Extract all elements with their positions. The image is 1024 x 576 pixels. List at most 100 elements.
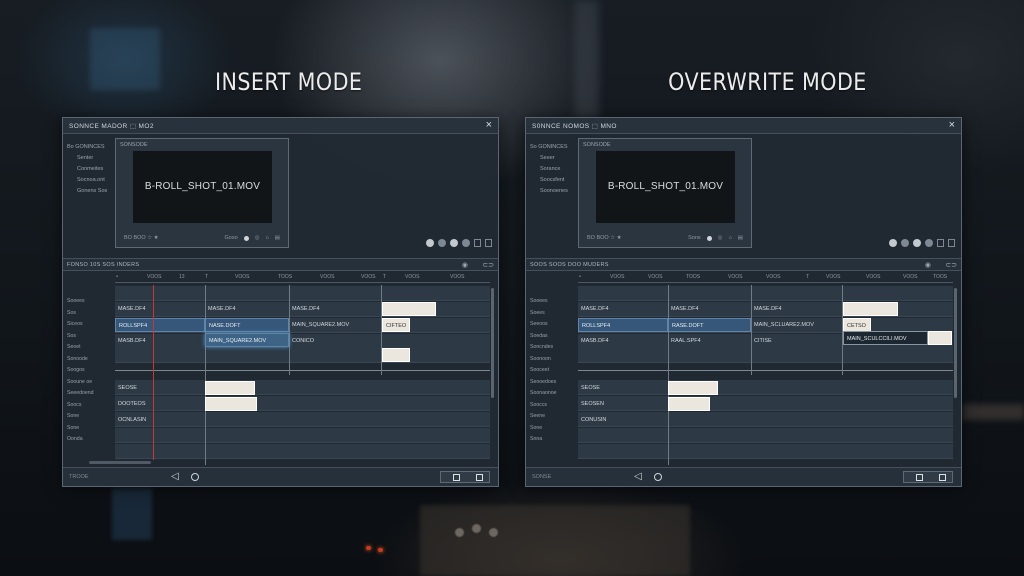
timeline-clip[interactable]: MASE.DF4 bbox=[578, 302, 668, 316]
track-label[interactable]: Sos bbox=[67, 331, 115, 343]
track-label[interactable]: Sooceet bbox=[530, 365, 578, 377]
list-icon[interactable] bbox=[485, 239, 492, 247]
monitor-controls-right[interactable]: Sons bbox=[688, 235, 701, 241]
monitor-controls-right[interactable]: Goso bbox=[225, 235, 238, 241]
track-label[interactable]: Soonoon bbox=[530, 354, 578, 366]
track-label[interactable]: Sone bbox=[530, 423, 578, 435]
source-item[interactable]: Gonens Sos bbox=[67, 186, 115, 197]
audio-clip[interactable]: CONUSIN bbox=[578, 413, 668, 427]
source-item[interactable]: Conmeites bbox=[67, 164, 115, 175]
single-view-icon[interactable] bbox=[916, 474, 923, 481]
stop-icon[interactable] bbox=[438, 239, 446, 247]
settings-icon[interactable]: ◉ bbox=[462, 261, 468, 269]
extract-icon[interactable]: ▤ bbox=[275, 235, 280, 241]
track-label[interactable]: Soedas bbox=[530, 331, 578, 343]
monitor-controls-left[interactable]: BO BOO ☆ ★ bbox=[124, 235, 159, 241]
timeline-clip[interactable]: MAIN_SQUARE2.MOV bbox=[289, 318, 381, 332]
monitor-screen[interactable]: B-ROLL_SHOT_01.MOV bbox=[133, 151, 272, 223]
grid-icon[interactable] bbox=[474, 239, 481, 247]
timeline-ruler[interactable]: ⚬ VOOS VOOS TOOS VOOS VOOS T VOOS VOOS V… bbox=[578, 273, 953, 283]
record-icon[interactable] bbox=[913, 239, 921, 247]
mark-in-icon[interactable]: ◎ bbox=[718, 235, 723, 241]
vertical-scrollbar[interactable] bbox=[954, 288, 957, 398]
record-icon[interactable] bbox=[450, 239, 458, 247]
source-item[interactable]: So GONINCES bbox=[530, 142, 578, 153]
track-label[interactable]: Sooees bbox=[67, 296, 115, 308]
dual-view-icon[interactable] bbox=[476, 474, 483, 481]
play-icon[interactable] bbox=[426, 239, 434, 247]
play-dot-icon[interactable] bbox=[243, 235, 249, 241]
monitor-controls-left[interactable]: BO BOO ☆ ★ bbox=[587, 235, 622, 241]
audio-clip[interactable] bbox=[205, 381, 255, 395]
track-label[interactable]: Seooedoes bbox=[530, 377, 578, 389]
timeline-clip[interactable]: MAIN_SCLUARE2.MOV bbox=[751, 318, 842, 332]
track-label[interactable]: Soogos bbox=[67, 365, 115, 377]
extract-icon[interactable]: ▤ bbox=[738, 235, 743, 241]
lift-icon[interactable]: ⌂ bbox=[728, 235, 731, 241]
playhead[interactable] bbox=[153, 285, 154, 460]
timeline-clip[interactable]: ROLLSPF4 bbox=[578, 318, 668, 332]
play-icon[interactable] bbox=[889, 239, 897, 247]
track-label[interactable]: Oonda bbox=[67, 434, 115, 446]
timeline-clip[interactable]: MASE.DF4 bbox=[289, 302, 381, 316]
timeline-clip[interactable]: RASE.DOFT bbox=[668, 318, 751, 332]
dual-view-icon[interactable] bbox=[939, 474, 946, 481]
source-item[interactable]: Bo GONINCES bbox=[67, 142, 115, 153]
audio-clip[interactable]: SEOSE bbox=[578, 381, 668, 395]
loop-icon[interactable] bbox=[462, 239, 470, 247]
audio-clip[interactable] bbox=[668, 381, 718, 395]
track-label[interactable]: Soees bbox=[530, 308, 578, 320]
timeline-clip[interactable]: MASE.DF4 bbox=[668, 302, 751, 316]
play-dot-icon[interactable] bbox=[706, 235, 712, 241]
source-item[interactable]: Sorance bbox=[530, 164, 578, 175]
single-view-icon[interactable] bbox=[453, 474, 460, 481]
track-label[interactable]: Sos bbox=[67, 308, 115, 320]
track-label[interactable]: Seeedoend bbox=[67, 388, 115, 400]
timeline-clip[interactable]: MASE.DF4 bbox=[751, 302, 842, 316]
overwritten-clip[interactable]: MAIN_SCULCCILI.MOV bbox=[843, 331, 928, 345]
audio-clip[interactable]: SEOSEN bbox=[578, 397, 668, 411]
timeline-clip[interactable] bbox=[928, 331, 952, 345]
mark-in-icon[interactable]: ◎ bbox=[255, 235, 260, 241]
timeline-ruler[interactable]: ⚬ VOOS 13 T VOOS TOOS VOOS VOOS T VOOS V… bbox=[115, 273, 490, 283]
close-icon[interactable]: × bbox=[486, 119, 492, 131]
timeline-clip[interactable]: MASE.DF4 bbox=[205, 302, 289, 316]
timeline-clip[interactable]: MASB.DF4 bbox=[115, 334, 205, 348]
back-icon[interactable]: ◁ bbox=[171, 471, 179, 482]
timeline-clip[interactable]: MASB.DF4 bbox=[578, 334, 668, 348]
timeline-clip[interactable]: RAAL.SPF4 bbox=[668, 334, 751, 348]
timeline-clip[interactable]: CETSO bbox=[843, 318, 871, 332]
timeline-clip[interactable] bbox=[382, 348, 410, 362]
track-label[interactable]: Siceos bbox=[67, 319, 115, 331]
track-label[interactable]: Soncndes bbox=[530, 342, 578, 354]
track-label[interactable]: Sonoode bbox=[67, 354, 115, 366]
record-circle-icon[interactable] bbox=[654, 473, 662, 481]
close-icon[interactable]: × bbox=[949, 119, 955, 131]
track-label[interactable]: Soocs bbox=[67, 400, 115, 412]
monitor-screen[interactable]: B-ROLL_SHOT_01.MOV bbox=[596, 151, 735, 223]
timeline-clip[interactable] bbox=[382, 302, 436, 316]
vertical-scrollbar[interactable] bbox=[491, 288, 494, 398]
track-label[interactable]: Sone bbox=[67, 411, 115, 423]
track-label[interactable]: Snna bbox=[530, 434, 578, 446]
lift-icon[interactable]: ⌂ bbox=[265, 235, 268, 241]
timeline-clip[interactable] bbox=[843, 302, 898, 316]
source-item[interactable]: Seeer bbox=[530, 153, 578, 164]
back-icon[interactable]: ◁ bbox=[634, 471, 642, 482]
inserted-clip[interactable]: MAIN_SQUARE2.MOV bbox=[205, 333, 289, 347]
track-label[interactable]: Soonaonoe bbox=[530, 388, 578, 400]
source-item[interactable]: Socnoa.ont bbox=[67, 175, 115, 186]
audio-clip[interactable]: DOOTEOS bbox=[115, 397, 205, 411]
settings-icon[interactable]: ◉ bbox=[925, 261, 931, 269]
track-label[interactable]: Seoet bbox=[67, 342, 115, 354]
track-label[interactable]: Sooees bbox=[530, 296, 578, 308]
track-label[interactable]: Seeoos bbox=[530, 319, 578, 331]
grid-icon[interactable] bbox=[937, 239, 944, 247]
timeline-clip[interactable]: CONICO bbox=[289, 334, 381, 348]
source-item[interactable]: Soocsfent bbox=[530, 175, 578, 186]
track-label[interactable]: Seene bbox=[530, 411, 578, 423]
source-item[interactable]: Soonoenes bbox=[530, 186, 578, 197]
audio-clip[interactable]: OCNLASIN bbox=[115, 413, 205, 427]
list-icon[interactable] bbox=[948, 239, 955, 247]
audio-clip[interactable] bbox=[205, 397, 257, 411]
